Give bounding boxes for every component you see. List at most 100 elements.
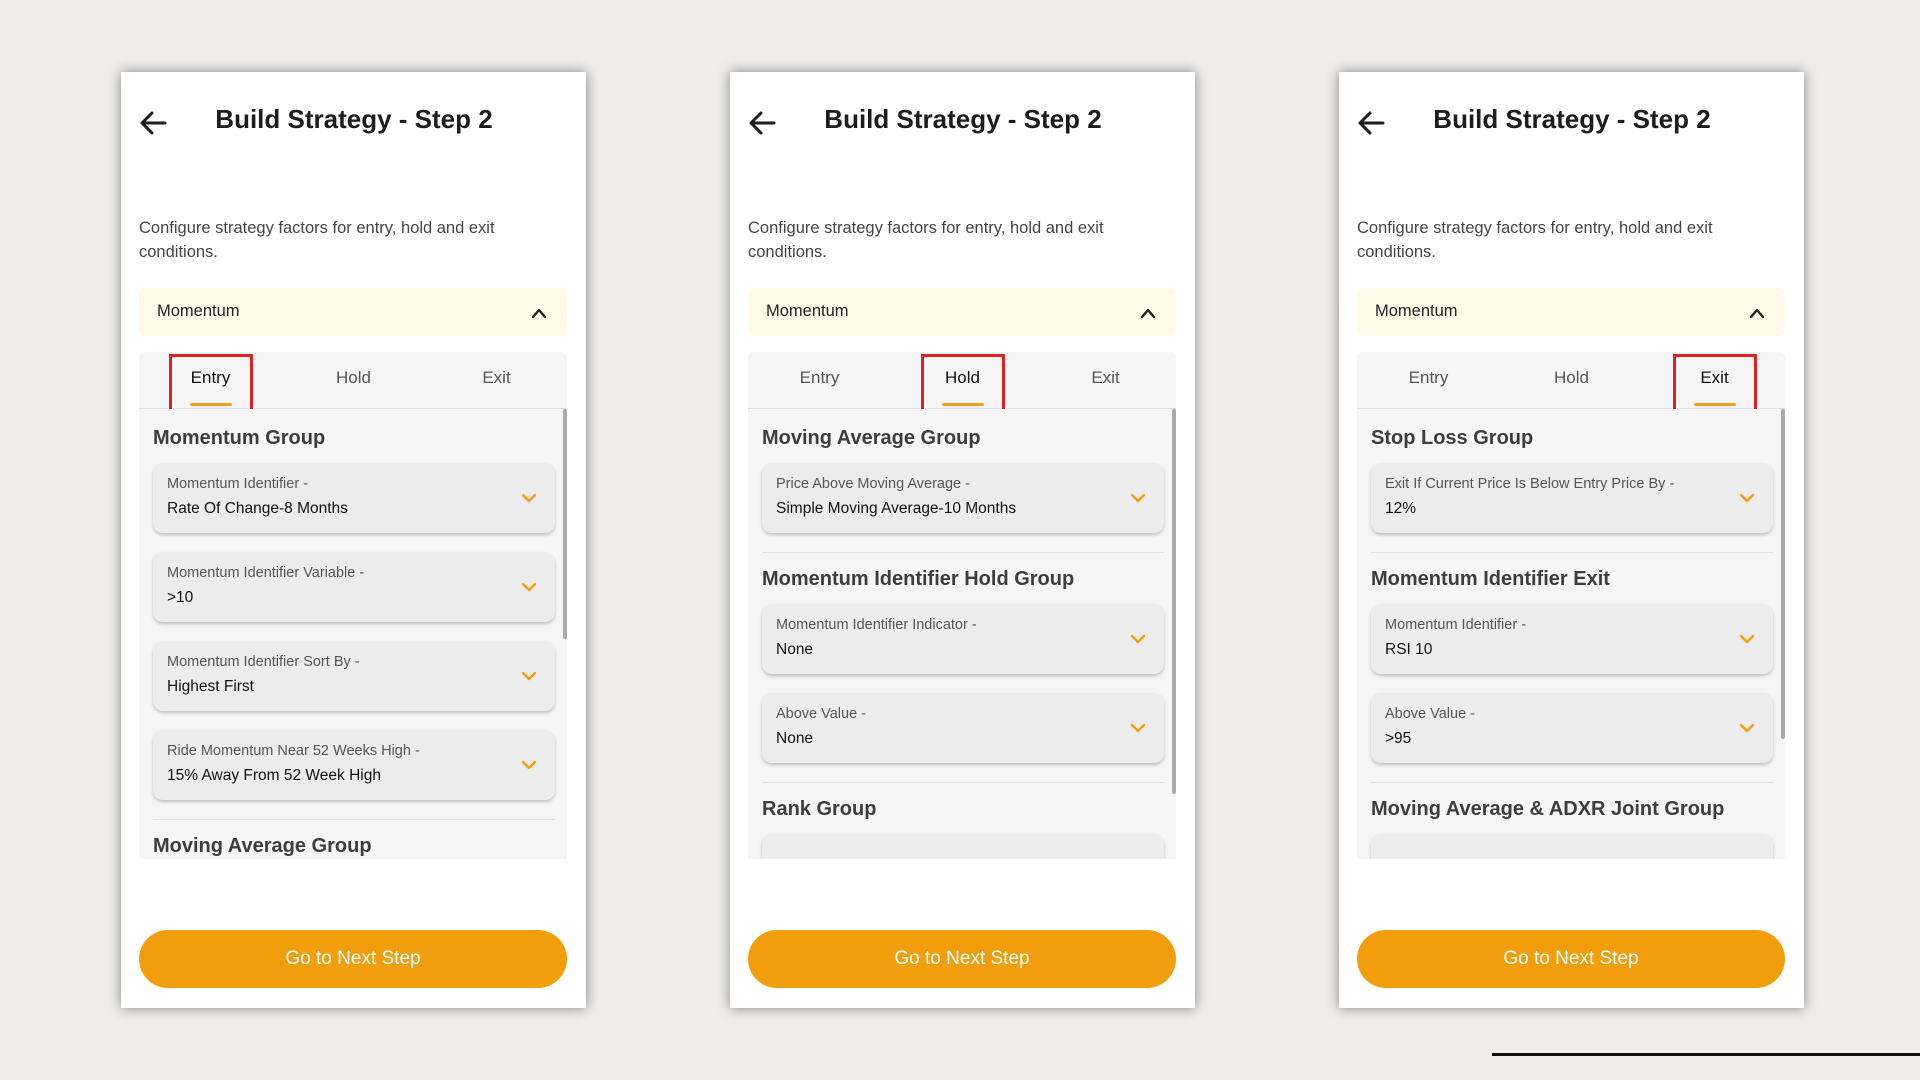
chevron-down-icon[interactable] xyxy=(1130,721,1146,733)
tab-hold[interactable]: Hold xyxy=(282,352,425,408)
tab-label: Entry xyxy=(1408,368,1449,387)
scrollbar[interactable] xyxy=(1172,409,1176,794)
dropdown-field[interactable]: Exit If Current Price Is Below Entry Pri… xyxy=(1371,463,1773,533)
dropdown-value: 15% Away From 52 Week High xyxy=(167,767,381,784)
group-title: Momentum Group xyxy=(153,427,326,449)
dropdown-field[interactable]: Ride Momentum Near 52 Weeks High - 15% Aw… xyxy=(153,730,555,800)
dropdown-value: >10 xyxy=(167,589,194,606)
tab-content: Momentum Group Momentum Identifier - Rate … xyxy=(139,409,567,859)
section-header-momentum[interactable]: Momentum xyxy=(748,288,1176,336)
group-title: Stop Loss Group xyxy=(1371,427,1534,449)
tab-entry[interactable]: Entry xyxy=(1357,352,1500,408)
go-to-next-step-button[interactable]: Go to Next Step xyxy=(748,930,1176,988)
scrollbar[interactable] xyxy=(1781,409,1785,739)
group-divider xyxy=(153,819,555,820)
tab-exit[interactable]: Exit xyxy=(425,352,568,408)
tab-hold[interactable]: Hold xyxy=(1500,352,1643,408)
dropdown-label: Momentum Identifier Indicator - xyxy=(776,617,977,633)
tab-label: Entry xyxy=(799,368,840,387)
dropdown-label: Above Value - xyxy=(1385,706,1476,722)
chevron-down-icon[interactable] xyxy=(1739,632,1755,644)
tab-bar: Entry Hold Exit xyxy=(748,352,1177,420)
section-header-momentum[interactable]: Momentum xyxy=(1357,288,1785,336)
group-title: Moving Average Group xyxy=(153,835,372,857)
chevron-down-icon[interactable] xyxy=(1130,491,1146,503)
tab-label: Hold xyxy=(336,368,371,387)
dropdown-value: >95 xyxy=(1385,730,1412,747)
section-label: Momentum xyxy=(157,302,240,320)
dropdown-value: None xyxy=(776,730,814,747)
page-description: Configure strategy factors for entry, ho… xyxy=(748,219,1104,261)
top-bar: Build Strategy - Step 2 xyxy=(748,90,1178,156)
group-title: Rank Group xyxy=(762,798,877,820)
dropdown-value: Highest First xyxy=(167,678,254,695)
dropdown-field[interactable] xyxy=(762,834,1164,859)
chevron-down-icon[interactable] xyxy=(521,580,537,592)
page-title: Build Strategy - Step 2 xyxy=(215,104,493,134)
group-title: Moving Average & ADXR Joint Group xyxy=(1371,798,1725,820)
chevron-down-icon[interactable] xyxy=(1130,632,1146,644)
tab-bar: Entry Hold Exit xyxy=(1357,352,1786,420)
page-description: Configure strategy factors for entry, ho… xyxy=(139,219,495,261)
dropdown-field[interactable]: Momentum Identifier - RSI 10 xyxy=(1371,604,1773,674)
chevron-down-icon[interactable] xyxy=(521,758,537,770)
chevron-up-icon[interactable] xyxy=(531,306,547,319)
section-label: Momentum xyxy=(766,302,849,320)
dropdown-field[interactable] xyxy=(1371,834,1773,859)
section-label: Momentum xyxy=(1375,302,1458,320)
phone-screen-entry: Build Strategy - Step 2 Configure strateg… xyxy=(121,72,586,1008)
dropdown-field[interactable]: Above Value - >95 xyxy=(1371,693,1773,763)
chevron-up-icon[interactable] xyxy=(1749,306,1765,319)
tab-entry[interactable]: Entry xyxy=(748,352,891,408)
tab-content: Stop Loss Group Exit If Current Price Is … xyxy=(1357,409,1785,859)
tab-label: Hold xyxy=(1554,368,1589,387)
dropdown-field[interactable]: Above Value - None xyxy=(762,693,1164,763)
group-divider xyxy=(762,552,1164,553)
tab-entry[interactable]: Entry xyxy=(139,352,282,420)
chevron-up-icon[interactable] xyxy=(1140,306,1156,319)
tab-label: Exit xyxy=(1091,368,1120,387)
scrollbar[interactable] xyxy=(563,409,567,639)
chevron-down-icon[interactable] xyxy=(521,669,537,681)
group-title: Moving Average Group xyxy=(762,427,981,449)
chevron-down-icon[interactable] xyxy=(1739,721,1755,733)
group-divider xyxy=(762,782,1164,783)
dropdown-label: Exit If Current Price Is Below Entry Pri… xyxy=(1385,476,1675,492)
dropdown-label: Momentum Identifier - xyxy=(1385,617,1527,633)
page-description: Configure strategy factors for entry, ho… xyxy=(1357,219,1713,261)
chevron-down-icon[interactable] xyxy=(521,491,537,503)
dropdown-value: 12% xyxy=(1385,500,1417,517)
dropdown-value: None xyxy=(776,641,814,658)
top-bar: Build Strategy - Step 2 xyxy=(1357,90,1787,156)
chevron-down-icon[interactable] xyxy=(1739,491,1755,503)
phone-screen-hold: Build Strategy - Step 2 Configure strateg… xyxy=(730,72,1195,1008)
tab-label: Exit xyxy=(482,368,511,387)
dropdown-field[interactable]: Momentum Identifier Variable - >10 xyxy=(153,552,555,622)
dropdown-label: Momentum Identifier - xyxy=(167,476,309,492)
dropdown-field[interactable]: Momentum Identifier - Rate Of Change-8 Mo… xyxy=(153,463,555,533)
section-header-momentum[interactable]: Momentum xyxy=(139,288,567,336)
group-divider xyxy=(1371,552,1773,553)
tab-content: Moving Average Group Price Above Moving A… xyxy=(748,409,1176,859)
dropdown-label: Momentum Identifier Sort By - xyxy=(167,654,360,670)
tab-bar: Entry Hold Exit xyxy=(139,352,568,420)
page-title: Build Strategy - Step 2 xyxy=(1433,104,1711,134)
dropdown-value: Simple Moving Average-10 Months xyxy=(776,500,1017,517)
go-to-next-step-button[interactable]: Go to Next Step xyxy=(1357,930,1785,988)
dropdown-value: RSI 10 xyxy=(1385,641,1433,658)
dropdown-value: Rate Of Change-8 Months xyxy=(167,500,348,517)
dropdown-field[interactable]: Momentum Identifier Sort By - Highest Fir… xyxy=(153,641,555,711)
page-title: Build Strategy - Step 2 xyxy=(824,104,1102,134)
tab-exit[interactable]: Exit xyxy=(1643,352,1786,420)
group-title: Momentum Identifier Hold Group xyxy=(762,568,1075,590)
group-divider xyxy=(1371,782,1773,783)
tab-exit[interactable]: Exit xyxy=(1034,352,1177,408)
go-to-next-step-button[interactable]: Go to Next Step xyxy=(139,930,567,988)
dropdown-field[interactable]: Momentum Identifier Indicator - None xyxy=(762,604,1164,674)
dropdown-label: Price Above Moving Average - xyxy=(776,476,970,492)
group-title: Momentum Identifier Exit xyxy=(1371,568,1610,590)
dropdown-label: Ride Momentum Near 52 Weeks High - xyxy=(167,743,420,759)
dropdown-field[interactable]: Price Above Moving Average - Simple Movin… xyxy=(762,463,1164,533)
tab-hold[interactable]: Hold xyxy=(891,352,1034,420)
bottom-rule xyxy=(1492,1053,1920,1056)
